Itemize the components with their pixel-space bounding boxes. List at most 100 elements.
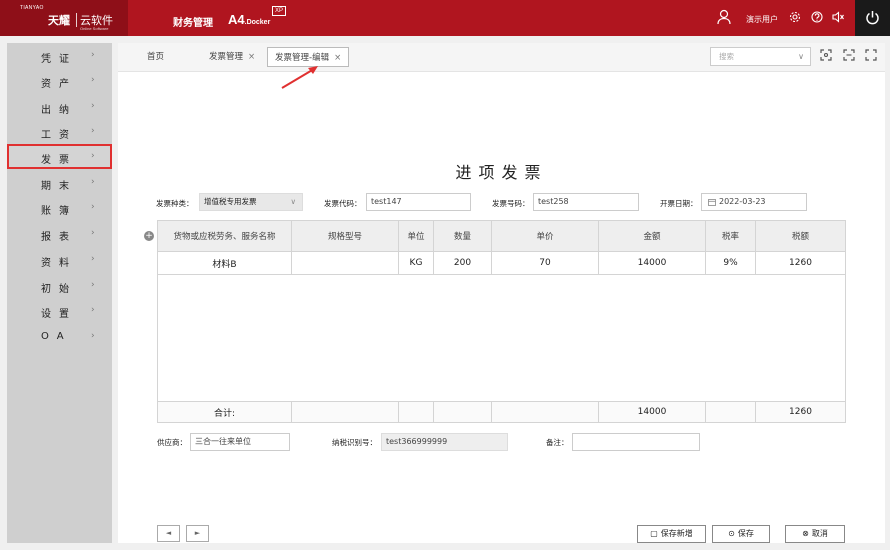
tab-invoice-management[interactable]: 发票管理 ×	[209, 47, 255, 67]
chevron-right-icon: ›	[91, 50, 95, 60]
supplier-label: 供应商：	[157, 438, 187, 447]
annotation-arrow-icon	[281, 66, 318, 89]
user-name[interactable]: 演示用户	[746, 14, 778, 25]
button-label: 保存新增	[660, 529, 693, 538]
button-label: 保存	[737, 529, 754, 538]
invoice-number-label: 发票号码：	[492, 199, 530, 208]
table-cell[interactable]: 14000	[598, 251, 706, 275]
app-title: 财务管理	[173, 18, 213, 29]
sidebar-item-label: 设置	[41, 309, 77, 320]
table-row[interactable]: 材料B KG 200 70 14000 9% 1260	[157, 251, 846, 275]
chevron-right-icon: ›	[91, 75, 95, 85]
column-header: 税额	[755, 220, 846, 252]
invoice-date-label: 开票日期：	[660, 199, 698, 208]
next-button[interactable]: ►	[186, 525, 209, 542]
product-name: A4.Docker	[228, 12, 270, 27]
invoice-code-field[interactable]: test147	[366, 193, 471, 211]
product-sub: .Docker	[244, 19, 271, 26]
page-title: 进项发票	[455, 163, 548, 182]
remark-label: 备注：	[546, 438, 569, 447]
table-cell	[433, 401, 492, 423]
tab-label: 发票管理-编辑	[275, 53, 330, 63]
logo-main-text: 天耀	[48, 14, 70, 27]
sidebar-item-oa[interactable]: OA ›	[7, 324, 112, 349]
invoice-type-value: 增值税专用发票	[204, 197, 257, 206]
chevron-right-icon: ›	[91, 202, 95, 212]
close-icon[interactable]: ×	[248, 52, 255, 62]
sidebar-item-voucher[interactable]: 凭证 ›	[7, 43, 112, 68]
product-badge: XP	[272, 6, 287, 16]
column-header: 单位	[398, 220, 434, 252]
sidebar-item-ledger[interactable]: 账簿 ›	[7, 195, 112, 220]
check-circle-icon: ⊙	[728, 529, 735, 538]
sidebar-item-invoice[interactable]: 发票 ›	[7, 144, 112, 169]
chevron-right-icon: ›	[91, 228, 95, 238]
invoice-code-label: 发票代码：	[324, 199, 362, 208]
sidebar-item-payroll[interactable]: 工资 ›	[7, 119, 112, 144]
invoice-date-field[interactable]: 2022-03-23	[701, 193, 807, 211]
sidebar-item-cashier[interactable]: 出纳 ›	[7, 94, 112, 119]
help-icon[interactable]	[811, 11, 823, 23]
invoice-type-label: 发票种类：	[156, 199, 194, 208]
invoice-number-field[interactable]: test258	[533, 193, 639, 211]
fullscreen-icon[interactable]	[865, 49, 877, 61]
chevron-right-icon: ›	[91, 280, 95, 290]
prev-button[interactable]: ◄	[157, 525, 180, 542]
save-button[interactable]: ⊙ 保存	[712, 525, 770, 543]
table-cell	[491, 401, 599, 423]
close-icon[interactable]: ×	[334, 53, 341, 63]
button-label: 取消	[811, 529, 828, 538]
table-header-row: 货物或应税劳务、服务名称 规格型号 单位 数量 单价 金额 税率 税额	[157, 220, 846, 252]
table-cell[interactable]	[291, 251, 399, 275]
cancel-button[interactable]: ⊗ 取消	[785, 525, 845, 543]
table-empty-area	[157, 274, 846, 402]
remark-field[interactable]	[572, 433, 700, 451]
save-new-icon: ▢	[650, 529, 658, 538]
sidebar-item-reports[interactable]: 报表 ›	[7, 221, 112, 246]
screenshot-icon[interactable]	[820, 49, 832, 61]
focus-icon[interactable]	[843, 49, 855, 61]
user-icon[interactable]	[717, 9, 731, 25]
total-amount: 14000	[598, 401, 706, 423]
sidebar-item-period-end[interactable]: 期末 ›	[7, 170, 112, 195]
chevron-right-icon: ›	[91, 151, 95, 161]
tab-label: 发票管理	[209, 52, 244, 62]
sidebar-item-label: 出纳	[41, 105, 77, 116]
chevron-right-icon: ›	[91, 177, 95, 187]
tab-bar: 首页 发票管理 × 发票管理-编辑 × 搜索 ∨	[118, 43, 885, 72]
table-cell	[705, 401, 756, 423]
column-header: 税率	[705, 220, 756, 252]
calendar-icon	[708, 199, 716, 206]
table-cell[interactable]: 9%	[705, 251, 756, 275]
sidebar-item-assets[interactable]: 资产 ›	[7, 68, 112, 93]
search-input[interactable]: 搜索 ∨	[710, 47, 811, 66]
sidebar-item-label: 资料	[41, 258, 77, 269]
add-row-icon[interactable]: +	[144, 231, 154, 241]
sidebar-item-data[interactable]: 资料 ›	[7, 247, 112, 272]
logo-small-text: TIANYAO	[20, 5, 44, 11]
chevron-right-icon: ›	[91, 305, 95, 315]
table-cell[interactable]: 200	[433, 251, 492, 275]
sidebar-item-label: 发票	[41, 155, 77, 166]
table-cell[interactable]: KG	[398, 251, 434, 275]
sound-icon[interactable]	[832, 11, 844, 23]
table-cell[interactable]: 70	[491, 251, 599, 275]
sidebar-item-label: 凭证	[41, 54, 77, 65]
sidebar-item-label: 资产	[41, 79, 77, 90]
settings-icon[interactable]	[789, 11, 801, 23]
invoice-type-select[interactable]: 增值税专用发票 ∨	[199, 193, 303, 211]
tab-home[interactable]: 首页	[147, 47, 164, 67]
supplier-field[interactable]: 三合一往来单位	[190, 433, 290, 451]
sidebar-item-label: 工资	[41, 130, 77, 141]
sidebar-item-settings[interactable]: 设置 ›	[7, 298, 112, 323]
chevron-down-icon: ∨	[798, 52, 804, 61]
tax-id-field: test366999999	[381, 433, 508, 451]
table-cell[interactable]: 材料B	[157, 251, 292, 275]
power-button[interactable]	[855, 0, 890, 36]
top-bar: TIANYAO 天耀 云软件 Online Software 财务管理 A4.D…	[0, 0, 890, 36]
save-new-button[interactable]: ▢ 保存新增	[637, 525, 706, 543]
logo-sub-text: Online Software	[80, 26, 109, 31]
column-header: 单价	[491, 220, 599, 252]
table-cell[interactable]: 1260	[755, 251, 846, 275]
sidebar-item-initial[interactable]: 初始 ›	[7, 273, 112, 298]
